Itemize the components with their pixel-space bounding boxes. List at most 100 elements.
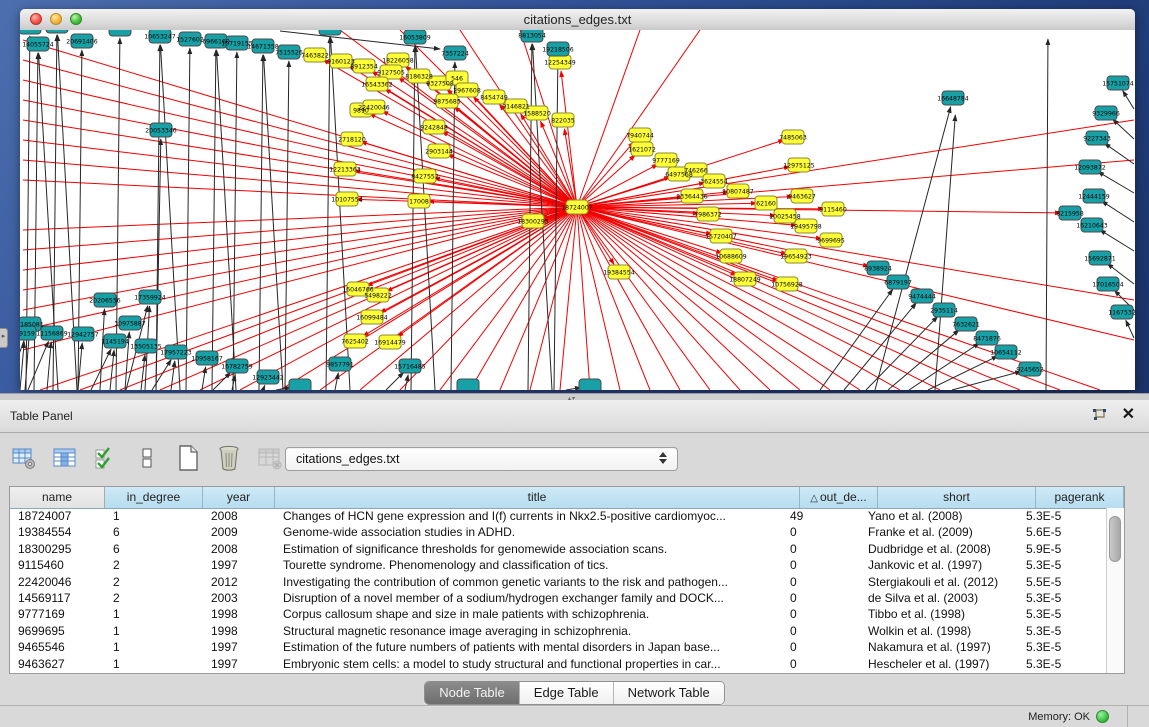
cell-year[interactable]: 2008	[203, 541, 275, 557]
cell-year[interactable]: 1997	[203, 557, 275, 573]
cell-year[interactable]: 2008	[203, 508, 275, 524]
column-settings-icon[interactable]	[10, 444, 38, 472]
show-columns-icon[interactable]	[51, 444, 79, 472]
cell-short[interactable]: Dudbridge et al. (2008)	[860, 541, 1018, 557]
cell-in_degree[interactable]: 1	[105, 623, 203, 639]
column-header-title[interactable]: title	[275, 487, 800, 508]
cell-year[interactable]: 2012	[203, 574, 275, 590]
select-columns-icon[interactable]	[92, 444, 120, 472]
cell-year[interactable]: 1997	[203, 639, 275, 655]
cell-short[interactable]: Stergiakouli et al. (2012)	[860, 574, 1018, 590]
network-window-titlebar[interactable]: citations_edges.txt	[20, 9, 1135, 31]
cell-short[interactable]: de Silva et al. (2003)	[860, 590, 1018, 606]
column-header-short[interactable]: short	[878, 487, 1036, 508]
cell-title[interactable]: Disruption of a novel member of a sodium…	[275, 590, 782, 606]
cell-short[interactable]: Tibbo et al. (1998)	[860, 606, 1018, 622]
cell-year[interactable]: 1998	[203, 623, 275, 639]
table-row[interactable]: 1872400712008Changes of HCN gene express…	[10, 508, 1106, 524]
cell-name[interactable]: 9463627	[10, 656, 105, 672]
cell-title[interactable]: Investigating the contribution of common…	[275, 574, 782, 590]
split-divider[interactable]: ▴▾	[0, 393, 1149, 400]
cell-year[interactable]: 1997	[203, 656, 275, 672]
cell-pagerank[interactable]: 5.6E-5	[1018, 524, 1106, 540]
cell-pagerank[interactable]: 5.3E-5	[1018, 557, 1106, 573]
cell-short[interactable]: Wolkin et al. (1998)	[860, 623, 1018, 639]
cell-pagerank[interactable]: 5.9E-5	[1018, 541, 1106, 557]
graph-node[interactable]	[109, 30, 131, 36]
cell-short[interactable]: Jankovic et al. (1997)	[860, 557, 1018, 573]
cell-name[interactable]: 18724007	[10, 508, 105, 524]
tab-edge-table[interactable]: Edge Table	[520, 682, 614, 704]
cell-title[interactable]: Structural magnetic resonance image aver…	[275, 623, 782, 639]
table-row[interactable]: 2242004622012Investigating the contribut…	[10, 574, 1106, 590]
cell-in_degree[interactable]: 6	[105, 541, 203, 557]
tab-network-table[interactable]: Network Table	[614, 682, 724, 704]
cell-year[interactable]: 2009	[203, 524, 275, 540]
cell-pagerank[interactable]: 5.5E-5	[1018, 574, 1106, 590]
column-header-year[interactable]: year	[203, 487, 275, 508]
cell-short[interactable]: Hescheler et al. (1997)	[860, 656, 1018, 672]
cell-out_degree[interactable]: 0	[782, 656, 860, 672]
network-canvas[interactable]: 1872400712254349746382291601238912354182…	[20, 30, 1135, 390]
cell-in_degree[interactable]: 2	[105, 590, 203, 606]
table-row[interactable]: 946362711997Embryonic stem cells: a mode…	[10, 656, 1106, 672]
cell-title[interactable]: Tourette syndrome. Phenomenology and cla…	[275, 557, 782, 573]
cell-pagerank[interactable]: 5.3E-5	[1018, 590, 1106, 606]
cell-in_degree[interactable]: 2	[105, 557, 203, 573]
cell-year[interactable]: 2003	[203, 590, 275, 606]
row-height-icon[interactable]	[133, 444, 161, 472]
cell-title[interactable]: Corpus callosum shape and size in male p…	[275, 606, 782, 622]
cell-title[interactable]: Genome-wide association studies in ADHD.	[275, 524, 782, 540]
cell-in_degree[interactable]: 1	[105, 639, 203, 655]
cell-short[interactable]: Yano et al. (2008)	[860, 508, 1018, 524]
cell-in_degree[interactable]: 1	[105, 656, 203, 672]
cell-out_degree[interactable]: 0	[782, 639, 860, 655]
cell-short[interactable]: Nakamura et al. (1997)	[860, 639, 1018, 655]
table-row[interactable]: 969969511998Structural magnetic resonanc…	[10, 623, 1106, 639]
table-row[interactable]: 946554611997Estimation of the future num…	[10, 639, 1106, 655]
cell-title[interactable]: Estimation of significance thresholds fo…	[275, 541, 782, 557]
float-panel-icon[interactable]	[1092, 408, 1108, 422]
graph-node[interactable]	[20, 30, 41, 34]
delete-table-icon[interactable]	[256, 444, 284, 472]
graph-node[interactable]	[579, 379, 601, 390]
cell-out_degree[interactable]: 0	[782, 557, 860, 573]
memory-status-indicator[interactable]	[1096, 710, 1109, 723]
cell-out_degree[interactable]: 0	[782, 623, 860, 639]
cell-out_degree[interactable]: 0	[782, 574, 860, 590]
close-panel-icon[interactable]: ✕	[1122, 407, 1135, 423]
cell-out_degree[interactable]: 49	[782, 508, 860, 524]
cell-name[interactable]: 9699695	[10, 623, 105, 639]
cell-pagerank[interactable]: 5.3E-5	[1018, 606, 1106, 622]
graph-node[interactable]	[319, 30, 341, 35]
cell-title[interactable]: Estimation of the future numbers of pati…	[275, 639, 782, 655]
cell-in_degree[interactable]: 1	[105, 508, 203, 524]
table-row[interactable]: 977716911998Corpus callosum shape and si…	[10, 606, 1106, 622]
cell-name[interactable]: 19384554	[10, 524, 105, 540]
cell-name[interactable]: 9465546	[10, 639, 105, 655]
cell-pagerank[interactable]: 5.3E-5	[1018, 639, 1106, 655]
scrollbar-thumb[interactable]	[1109, 516, 1121, 562]
table-row[interactable]: 1456911722003Disruption of a novel membe…	[10, 590, 1106, 606]
cell-name[interactable]: 9115460	[10, 557, 105, 573]
tab-node-table[interactable]: Node Table	[425, 682, 520, 704]
cell-in_degree[interactable]: 1	[105, 606, 203, 622]
cell-name[interactable]: 9777169	[10, 606, 105, 622]
column-header-name[interactable]: name	[10, 487, 105, 508]
column-header-out_degree[interactable]: △out_de...	[800, 487, 878, 508]
cell-pagerank[interactable]: 5.3E-5	[1018, 623, 1106, 639]
cell-out_degree[interactable]: 0	[782, 541, 860, 557]
cell-pagerank[interactable]: 5.3E-5	[1018, 508, 1106, 524]
table-selector-dropdown[interactable]: citations_edges.txt	[285, 447, 678, 471]
cell-year[interactable]: 1998	[203, 606, 275, 622]
cell-name[interactable]: 14569117	[10, 590, 105, 606]
graph-node[interactable]	[457, 379, 479, 390]
column-header-in_degree[interactable]: in_degree	[105, 487, 203, 508]
cell-in_degree[interactable]: 6	[105, 524, 203, 540]
panel-collapse-handle[interactable]: ▸	[0, 328, 8, 348]
cell-pagerank[interactable]: 5.3E-5	[1018, 656, 1106, 672]
vertical-scrollbar[interactable]	[1106, 508, 1124, 673]
table-row[interactable]: 1938455462009Genome-wide association stu…	[10, 524, 1106, 540]
cell-out_degree[interactable]: 0	[782, 590, 860, 606]
cell-title[interactable]: Embryonic stem cells: a model to study s…	[275, 656, 782, 672]
